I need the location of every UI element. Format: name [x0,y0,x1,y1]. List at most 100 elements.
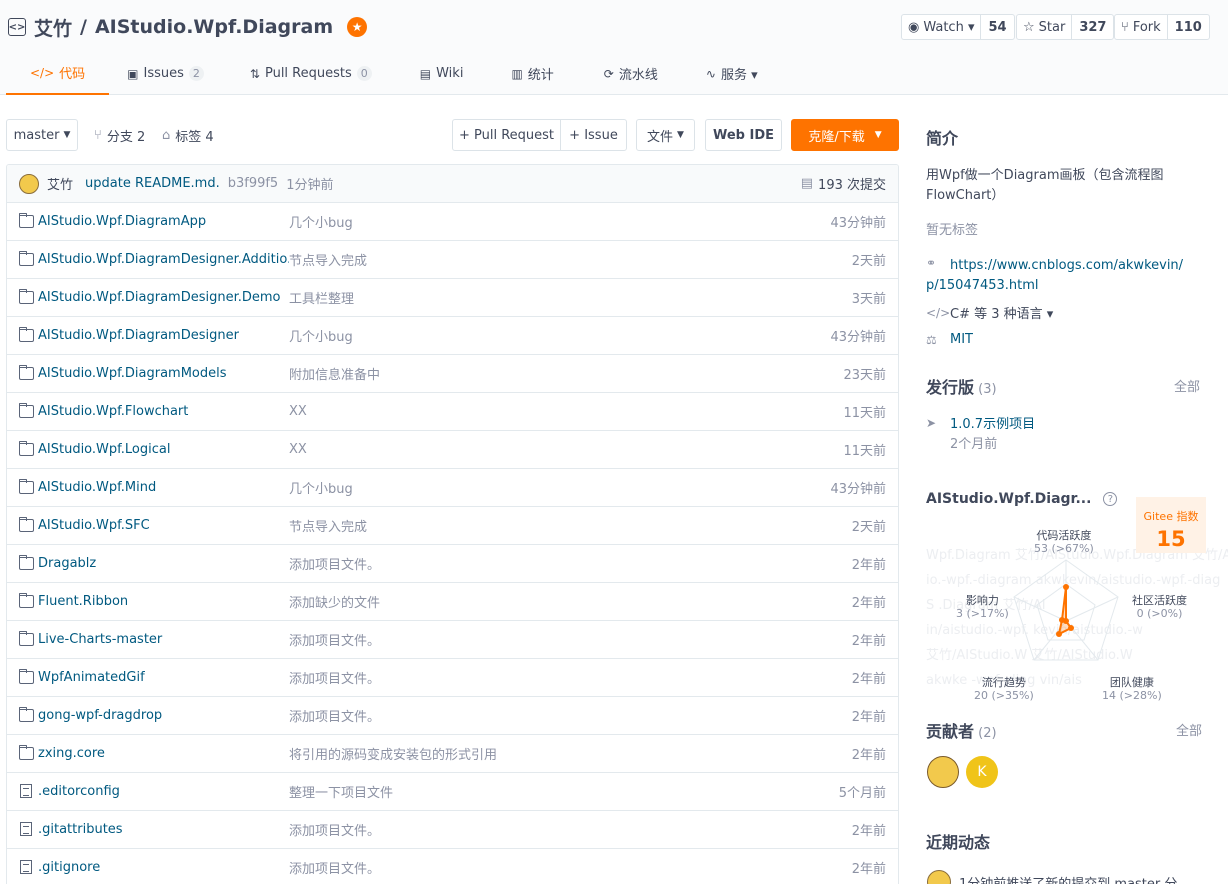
table-row[interactable]: AIStudio.Wpf.Logical XX 11天前 [7,431,898,469]
table-row[interactable]: AIStudio.Wpf.SFC 节点导入完成 2天前 [7,507,898,545]
contributors-all-link[interactable]: 全部 [1176,720,1202,739]
table-row[interactable]: AIStudio.Wpf.DiagramDesigner 几个小bug 43分钟前 [7,317,898,355]
file-commit-message[interactable]: 添加项目文件。 [289,668,380,687]
pull-request-label: + Pull Request [458,127,555,143]
clone-download-button[interactable]: 克隆/下载 ▼ [791,119,899,151]
file-commit-message[interactable]: 添加项目文件。 [289,706,380,725]
file-name-link[interactable]: WpfAnimatedGif [38,670,289,685]
file-commit-message[interactable]: 添加缺少的文件 [289,592,380,611]
gvp-badge-icon[interactable]: ★ [347,17,368,37]
file-commit-message[interactable]: 几个小bug [289,212,353,231]
release-item[interactable]: ➤ 1.0.7示例项目 [926,413,1206,433]
tab-services[interactable]: ∿ 服务 ▾ [682,52,782,95]
file-name-link[interactable]: gong-wpf-dragdrop [38,708,289,723]
repo-owner-link[interactable]: 艾竹 [34,14,72,41]
contributor-avatar[interactable] [927,756,959,788]
commit-message[interactable]: update README.md. [85,176,220,191]
file-name-link[interactable]: AIStudio.Wpf.SFC [38,518,289,533]
table-row[interactable]: AIStudio.Wpf.Flowchart XX 11天前 [7,393,898,431]
file-commit-message[interactable]: 添加项目文件。 [289,554,380,573]
star-button[interactable]: ☆ Star 327 [1016,14,1115,40]
new-pull-request-button[interactable]: + Pull Request [452,119,561,151]
file-name-link[interactable]: zxing.core [38,746,289,761]
file-name-link[interactable]: Fluent.Ribbon [38,594,289,609]
homepage-link[interactable]: https://www.cnblogs.com/akwkevin/p/15047… [926,256,1186,296]
file-commit-message[interactable]: XX [289,442,307,457]
tab-code[interactable]: </> 代码 [6,52,110,95]
file-commit-message[interactable]: 添加项目文件。 [289,630,380,649]
watch-button[interactable]: ◉ Watch ▾ 54 [901,14,1015,40]
commit-author[interactable]: 艾竹 [47,174,73,193]
branches-link[interactable]: ⑂ 分支 2 [94,119,145,151]
table-row[interactable]: Fluent.Ribbon 添加缺少的文件 2年前 [7,583,898,621]
file-commit-message[interactable]: XX [289,404,307,419]
table-row[interactable]: gong-wpf-dragdrop 添加项目文件。 2年前 [7,697,898,735]
file-commit-message[interactable]: 附加信息准备中 [289,364,380,383]
tab-stats[interactable]: ▥ 统计 [487,52,577,95]
file-commit-message[interactable]: 添加项目文件。 [289,820,380,839]
table-row[interactable]: WpfAnimatedGif 添加项目文件。 2年前 [7,659,898,697]
file-name-link[interactable]: AIStudio.Wpf.DiagramDesigner.Demo [38,290,289,305]
table-row[interactable]: AIStudio.Wpf.Mind 几个小bug 43分钟前 [7,469,898,507]
tab-pipeline[interactable]: ⟳ 流水线 [578,52,682,95]
file-commit-message[interactable]: 整理一下项目文件 [289,782,393,801]
file-name-link[interactable]: AIStudio.Wpf.DiagramModels [38,366,289,381]
license-row[interactable]: ⚖ MIT [926,332,1206,347]
new-issue-button[interactable]: + Issue [560,119,627,151]
contributor-avatar[interactable]: K [966,756,998,788]
table-row[interactable]: .editorconfig 整理一下项目文件 5个月前 [7,773,898,811]
file-name-link[interactable]: Dragablz [38,556,289,571]
table-row[interactable]: .gitattributes 添加项目文件。 2年前 [7,811,898,849]
table-row[interactable]: zxing.core 将引用的源码变成安装包的形式引用 2年前 [7,735,898,773]
table-row[interactable]: AIStudio.Wpf.DiagramModels 附加信息准备中 23天前 [7,355,898,393]
file-name-link[interactable]: .gitattributes [38,822,289,837]
file-commit-message[interactable]: 几个小bug [289,326,353,345]
fork-button[interactable]: ⑂ Fork 110 [1114,14,1210,40]
table-row[interactable]: AIStudio.Wpf.DiagramDesigner.Additio... 节… [7,241,898,279]
star-count[interactable]: 327 [1072,15,1113,39]
gitee-index-score[interactable]: Gitee 指数 15 [1136,497,1206,553]
file-commit-message[interactable]: 将引用的源码变成安装包的形式引用 [289,744,497,763]
file-name-link[interactable]: AIStudio.Wpf.DiagramDesigner.Additio... [38,252,289,267]
repo-name-link[interactable]: AIStudio.Wpf.Diagram [95,16,333,38]
issues-count: 2 [188,66,204,81]
file-name-link[interactable]: AIStudio.Wpf.Mind [38,480,289,495]
file-commit-message[interactable]: 节点导入完成 [289,250,367,269]
file-commit-message[interactable]: 工具栏整理 [289,288,354,307]
table-row[interactable]: AIStudio.Wpf.DiagramDesigner.Demo 工具栏整理 3天… [7,279,898,317]
releases-all-link[interactable]: 全部 [1174,376,1200,395]
file-name-link[interactable]: AIStudio.Wpf.Logical [38,442,289,457]
file-name-link[interactable]: AIStudio.Wpf.DiagramDesigner [38,328,289,343]
languages-row[interactable]: </> C# 等 3 种语言 ▾ [926,303,1206,323]
tags-link[interactable]: ⌂ 标签 4 [162,119,214,151]
file-name-link[interactable]: .editorconfig [38,784,289,799]
file-commit-message[interactable]: 几个小bug [289,478,353,497]
web-ide-button[interactable]: Web IDE [705,119,782,151]
fork-count[interactable]: 110 [1168,15,1209,39]
file-updated-time: 2年前 [851,824,886,839]
activity-avatar[interactable] [927,870,951,884]
author-avatar[interactable] [19,173,39,194]
file-updated-time: 2年前 [851,862,886,877]
commit-count-link[interactable]: ▤ 193 次提交 [801,174,886,193]
table-row[interactable]: .gitignore 添加项目文件。 2年前 [7,849,898,884]
file-commit-message[interactable]: 节点导入完成 [289,516,367,535]
file-name-link[interactable]: Live-Charts-master [38,632,289,647]
release-name[interactable]: 1.0.7示例项目 [950,413,1035,432]
tab-issues[interactable]: ▣ Issues 2 [109,52,226,95]
watch-count[interactable]: 54 [981,15,1013,39]
radar-impact-value: 3 (>17%) [956,607,1009,620]
tab-wiki[interactable]: ▤ Wiki [394,52,488,95]
branch-select[interactable]: master ▼ [6,119,78,151]
file-commit-message[interactable]: 添加项目文件。 [289,858,380,877]
file-name-link[interactable]: AIStudio.Wpf.DiagramApp [38,214,289,229]
license[interactable]: MIT [950,332,973,347]
files-menu-button[interactable]: 文件 ▼ [636,119,695,151]
file-name-link[interactable]: AIStudio.Wpf.Flowchart [38,404,289,419]
commit-hash[interactable]: b3f99f5 [228,176,279,191]
file-name-link[interactable]: .gitignore [38,860,289,875]
table-row[interactable]: Live-Charts-master 添加项目文件。 2年前 [7,621,898,659]
table-row[interactable]: AIStudio.Wpf.DiagramApp 几个小bug 43分钟前 [7,203,898,241]
table-row[interactable]: Dragablz 添加项目文件。 2年前 [7,545,898,583]
tab-pull-requests[interactable]: ⇅ Pull Requests 0 [226,52,394,95]
